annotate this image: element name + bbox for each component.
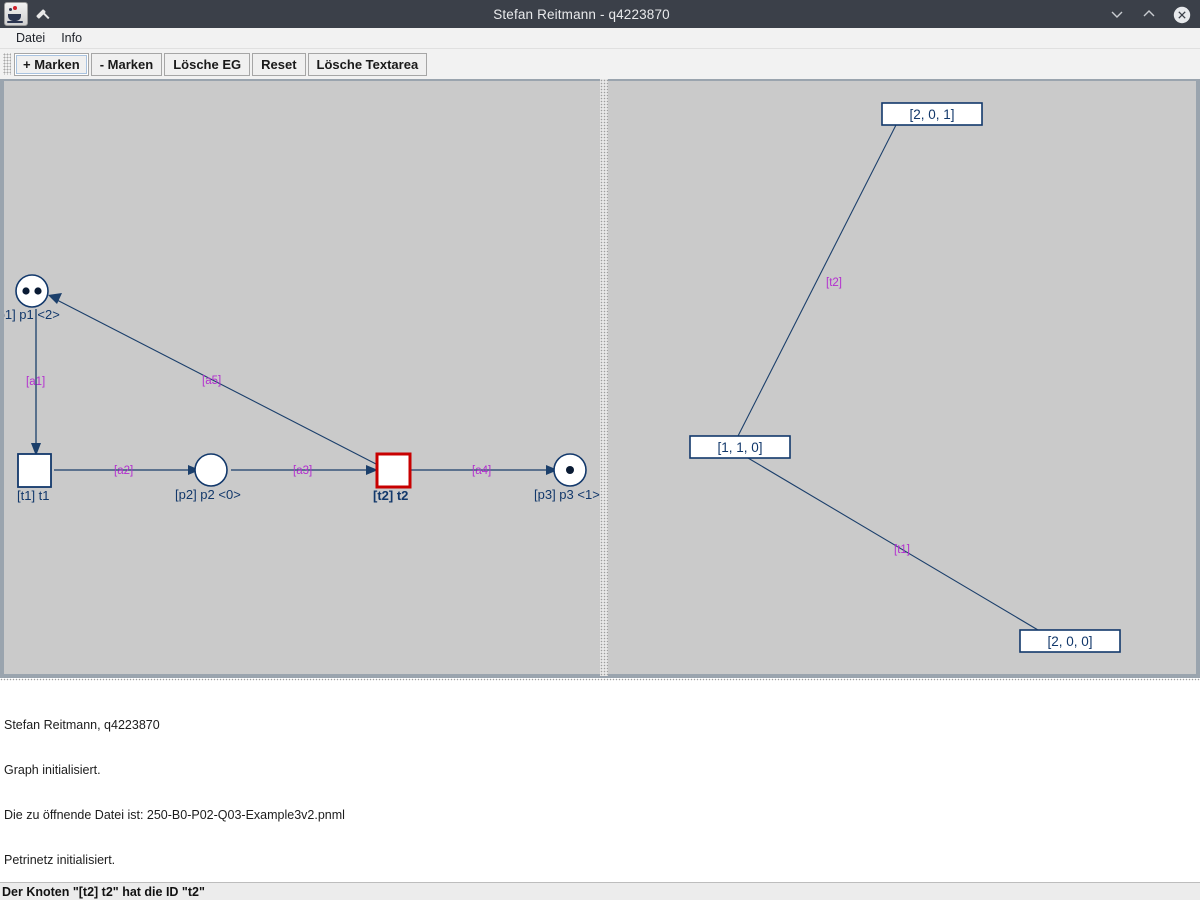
toolbar-drag-handle[interactable]	[3, 53, 11, 75]
log-line: Die zu öffnende Datei ist: 250-B0-P02-Q0…	[4, 808, 345, 822]
remove-marken-button[interactable]: - Marken	[90, 52, 163, 76]
petri-net-panel[interactable]: [a1] [a2] [a3] [a4] [a5] [p1] p1 <2> [p2…	[0, 79, 600, 676]
arc-label-a2: [a2]	[114, 465, 133, 477]
chevron-up-icon[interactable]	[1141, 6, 1157, 22]
eg-node-201[interactable]: [2, 0, 1]	[881, 102, 983, 126]
eg-edge-label-t1: [t1]	[894, 544, 910, 556]
place-label-p1: [p1] p1 <2>	[4, 307, 60, 322]
transition-label-t1: [t1] t1	[17, 488, 50, 503]
delete-eg-button[interactable]: Lösche EG	[164, 52, 251, 76]
transition-t1[interactable]	[17, 453, 52, 488]
eg-edge-t2	[737, 124, 897, 437]
place-label-p2: [p2] p2 <0>	[175, 487, 241, 502]
arc-label-a3: [a3]	[293, 465, 312, 477]
eg-edge-label-t2: [t2]	[826, 277, 842, 289]
title-bar: Stefan Reitmann - q4223870	[0, 0, 1200, 28]
eg-node-label-200: [2, 0, 0]	[1047, 634, 1092, 649]
arc-label-a4: [a4]	[472, 465, 491, 477]
menu-item-info[interactable]: Info	[53, 29, 90, 47]
eg-edge-t1	[747, 457, 1039, 631]
place-label-p3: [p3] p3 <1>	[534, 487, 600, 502]
menu-item-datei[interactable]: Datei	[8, 29, 53, 47]
eg-node-200[interactable]: [2, 0, 0]	[1019, 629, 1121, 653]
status-bar-text: Der Knoten "[t2] t2" hat die ID "t2"	[2, 884, 205, 899]
eg-node-110[interactable]: [1, 1, 0]	[689, 435, 791, 459]
transition-label-t2: [t2] t2	[373, 488, 408, 503]
clear-textarea-button[interactable]: Lösche Textarea	[307, 52, 428, 76]
java-coffee-cup-icon	[4, 2, 28, 26]
split-divider[interactable]	[600, 79, 608, 676]
add-marken-button[interactable]: + Marken	[14, 52, 89, 76]
place-p1[interactable]	[15, 274, 49, 308]
status-bar: Der Knoten "[t2] t2" hat die ID "t2"	[0, 882, 1200, 900]
log-line: Graph initialisiert.	[4, 763, 101, 777]
log-line: Petrinetz initialisiert.	[4, 853, 116, 867]
close-circle-icon[interactable]	[1173, 6, 1191, 24]
place-p2[interactable]	[194, 453, 228, 487]
title-bar-icons	[0, 2, 124, 26]
window-controls	[1039, 6, 1200, 24]
application-window: Stefan Reitmann - q4223870 Datei Info + …	[0, 0, 1200, 900]
eg-node-label-201: [2, 0, 1]	[909, 107, 954, 122]
reset-button[interactable]: Reset	[252, 52, 306, 76]
arc-label-a5: [a5]	[202, 375, 221, 387]
log-content: Stefan Reitmann, q4223870 Graph initiali…	[4, 688, 1184, 882]
pin-icon[interactable]	[34, 6, 50, 22]
transition-t2[interactable]	[375, 452, 412, 489]
split-pane: [a1] [a2] [a3] [a4] [a5] [p1] p1 <2> [p2…	[0, 79, 1200, 676]
place-p3[interactable]	[553, 453, 587, 487]
arc-label-a1: [a1]	[26, 376, 45, 388]
window-title: Stefan Reitmann - q4223870	[493, 6, 670, 22]
chevron-down-icon[interactable]	[1109, 6, 1125, 22]
log-line: Stefan Reitmann, q4223870	[4, 718, 160, 732]
reachability-graph-panel[interactable]: [t2] [t1] [2, 0, 1] [1, 1, 0] [2, 0, 0]	[608, 79, 1200, 676]
menu-bar: Datei Info	[0, 28, 1200, 49]
log-textarea[interactable]: Stefan Reitmann, q4223870 Graph initiali…	[0, 676, 1200, 882]
eg-node-label-110: [1, 1, 0]	[717, 440, 762, 455]
toolbar: + Marken - Marken Lösche EG Reset Lösche…	[0, 49, 1200, 79]
